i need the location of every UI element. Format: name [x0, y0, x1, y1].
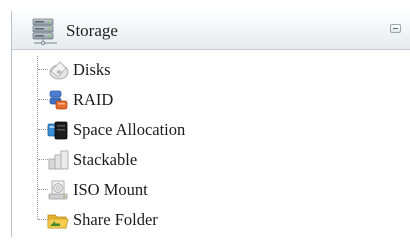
storage-panel-header[interactable]: Storage — [12, 11, 410, 50]
storage-panel: Storage Disks RAID Space Allocation Stac… — [11, 11, 410, 237]
tree-item-disks[interactable]: Disks — [38, 58, 298, 82]
collapse-minus-icon[interactable] — [390, 24, 401, 33]
iso-mount-icon — [48, 180, 68, 200]
space-allocation-icon — [47, 121, 68, 140]
tree-item-label: Space Allocation — [73, 120, 186, 139]
tree-item-iso-mount[interactable]: ISO Mount — [38, 178, 298, 202]
tree-item-space-allocation[interactable]: Space Allocation — [38, 118, 298, 142]
tree-item-label: Stackable — [73, 150, 138, 169]
storage-tree: Disks RAID Space Allocation Stackable IS… — [12, 50, 410, 237]
stackable-icon — [48, 150, 69, 170]
tree-item-share-folder[interactable]: Share Folder — [38, 208, 298, 232]
tree-item-label: Share Folder — [73, 210, 158, 229]
disks-icon — [49, 61, 69, 80]
share-folder-icon — [47, 214, 69, 229]
tree-item-label: Disks — [73, 60, 111, 79]
raid-icon — [49, 90, 68, 110]
tree-item-label: ISO Mount — [73, 180, 148, 199]
panel-title: Storage — [66, 21, 118, 40]
storage-server-icon — [32, 18, 57, 45]
tree-item-label: RAID — [73, 90, 114, 109]
tree-item-stackable[interactable]: Stackable — [38, 148, 298, 172]
tree-item-raid[interactable]: RAID — [38, 88, 298, 112]
